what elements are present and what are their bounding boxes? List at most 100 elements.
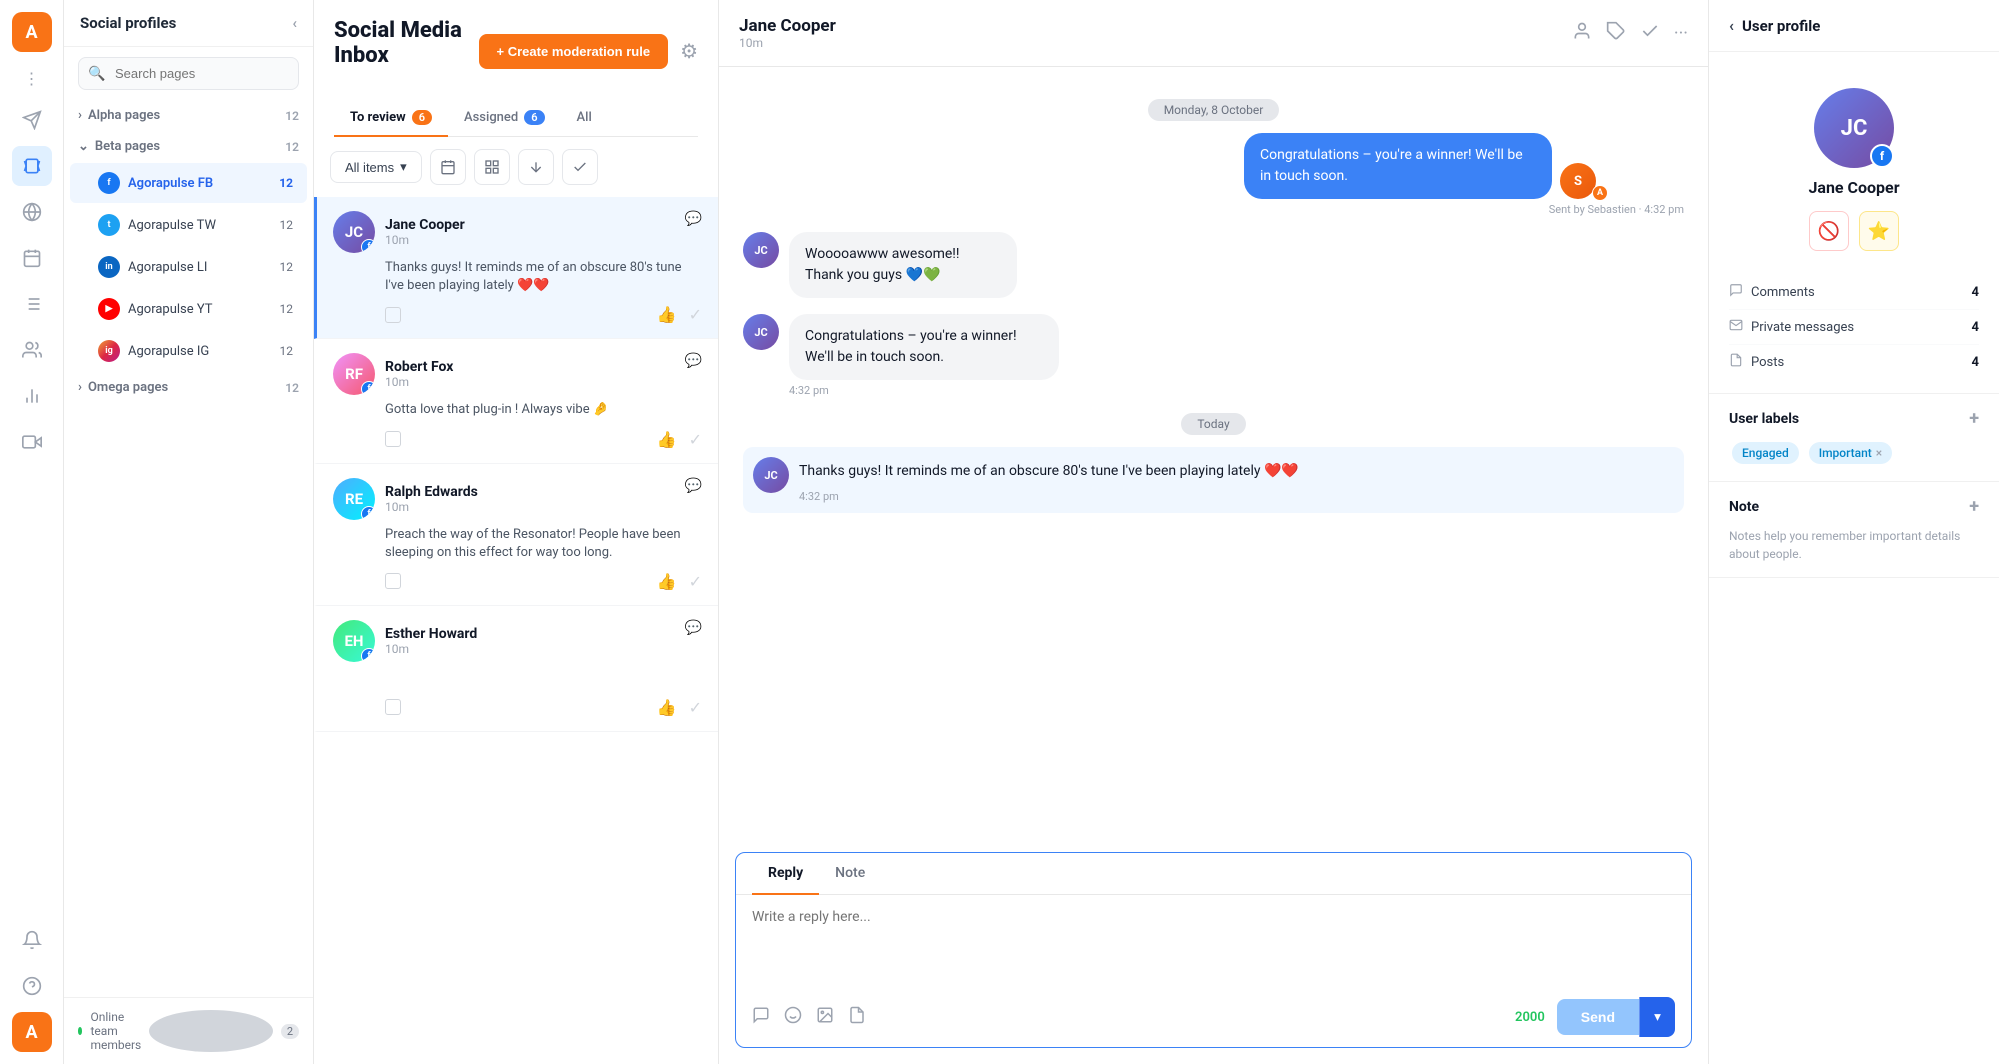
sidebar-item-tw[interactable]: t Agorapulse TW 12 xyxy=(70,205,307,245)
add-label-button[interactable]: + xyxy=(1969,408,1979,429)
nav-icon-globe[interactable] xyxy=(12,192,52,232)
tab-assigned[interactable]: Assigned 6 xyxy=(448,100,561,137)
inbox-card-ralph[interactable]: RE f Ralph Edwards 10m 💬 Preach the way … xyxy=(314,464,718,606)
tag-icon[interactable] xyxy=(1606,21,1626,46)
emoji-tool-icon[interactable] xyxy=(784,1006,802,1029)
tab-all[interactable]: All xyxy=(561,100,608,137)
user-profile-icon[interactable] xyxy=(1572,21,1592,46)
labels-container: Engaged Important × xyxy=(1729,439,1979,467)
inbox-tabs: To review 6 Assigned 6 All xyxy=(334,100,698,137)
nav-icon-video[interactable] xyxy=(12,422,52,462)
sidebar-item-ig[interactable]: ig Agorapulse IG 12 xyxy=(70,331,307,371)
jane-card-text: Thanks guys! It reminds me of an obscure… xyxy=(385,259,702,295)
chevron-right-icon-omega: › xyxy=(78,380,82,395)
esther-avatar: EH f xyxy=(333,620,375,662)
tab-to-review[interactable]: To review 6 xyxy=(334,100,448,137)
check-filter-btn[interactable] xyxy=(562,149,598,185)
sidebar-section-omega[interactable]: › Omega pages 12 xyxy=(64,372,313,403)
template-tool-icon[interactable] xyxy=(848,1006,866,1029)
robert-time: 10m xyxy=(385,375,453,389)
check-icon-esther[interactable]: ✓ xyxy=(689,698,702,717)
ralph-name: Ralph Edwards xyxy=(385,484,478,500)
like-icon-ralph[interactable]: 👍 xyxy=(657,572,677,591)
menu-dots-button[interactable]: ⋮ xyxy=(16,62,48,94)
search-input[interactable] xyxy=(78,57,299,90)
assign-icon[interactable] xyxy=(1640,21,1660,46)
profile-fb-badge: f xyxy=(1870,144,1894,168)
like-icon-jane[interactable]: 👍 xyxy=(657,305,677,324)
nav-icon-chart[interactable] xyxy=(12,376,52,416)
fb-social-badge: f xyxy=(361,239,375,253)
inbox-card-jane[interactable]: JC f Jane Cooper 10m 💬 Thanks guys! It r… xyxy=(314,197,718,339)
send-button[interactable]: Send xyxy=(1557,999,1639,1035)
sidebar-item-yt[interactable]: ▶ Agorapulse YT 12 xyxy=(70,289,307,329)
reply-tab-reply[interactable]: Reply xyxy=(752,853,819,895)
nav-icon-help[interactable] xyxy=(12,966,52,1006)
card-message-icon-ralph: 💬 xyxy=(685,478,702,494)
esther-card-text xyxy=(385,668,702,688)
nav-icon-bell[interactable] xyxy=(12,920,52,960)
ralph-checkbox[interactable] xyxy=(385,573,401,589)
like-icon-esther[interactable]: 👍 xyxy=(657,698,677,717)
logo-button[interactable]: A xyxy=(12,12,52,52)
message-received-today: JC Thanks guys! It reminds me of an obsc… xyxy=(743,447,1684,513)
nav-icon-list[interactable] xyxy=(12,284,52,324)
nav-icon-send[interactable] xyxy=(12,100,52,140)
bottom-logo: A xyxy=(12,1012,52,1052)
received-time-2: 4:32 pm xyxy=(789,384,1175,397)
conversation-panel: Jane Cooper 10m ··· Monday, 8 October xyxy=(719,0,1709,1064)
reply-input[interactable] xyxy=(752,909,1675,969)
check-icon-ralph[interactable]: ✓ xyxy=(689,572,702,591)
fb-social-badge-ralph: f xyxy=(361,506,375,520)
posts-icon xyxy=(1729,353,1743,371)
sort-filter-btn[interactable] xyxy=(518,149,554,185)
add-note-button[interactable]: + xyxy=(1969,496,1979,517)
sidebar-item-li[interactable]: in Agorapulse LI 12 xyxy=(70,247,307,287)
all-items-filter[interactable]: All items ▾ xyxy=(330,151,422,183)
sidebar-collapse-icon[interactable]: ‹ xyxy=(292,14,297,32)
dropdown-icon: ▾ xyxy=(400,159,407,175)
fb-social-badge-esther: f xyxy=(361,648,375,662)
review-badge: 6 xyxy=(412,110,432,125)
inbox-card-robert[interactable]: RF f Robert Fox 10m 💬 Gotta love that pl… xyxy=(314,339,718,463)
calendar-filter-btn[interactable] xyxy=(430,149,466,185)
back-arrow-icon[interactable]: ‹ xyxy=(1729,16,1734,35)
more-options-icon[interactable]: ··· xyxy=(1674,23,1688,44)
user-labels-section: User labels + Engaged Important × xyxy=(1709,394,1999,482)
nav-icon-users[interactable] xyxy=(12,330,52,370)
sidebar-section-beta[interactable]: ⌄ Beta pages 12 xyxy=(64,131,313,162)
image-tool-icon[interactable] xyxy=(816,1006,834,1029)
card-message-icon-esther: 💬 xyxy=(685,620,702,636)
reply-tabs: Reply Note xyxy=(736,853,1691,895)
profile-stats: Comments 4 Private messages 4 xyxy=(1709,275,1999,394)
jane-checkbox[interactable] xyxy=(385,307,401,323)
sidebar-search-wrap: 🔍 xyxy=(64,47,313,100)
send-dropdown-button[interactable]: ▾ xyxy=(1639,997,1675,1037)
check-icon-robert[interactable]: ✓ xyxy=(689,430,702,449)
inbox-items-list: JC f Jane Cooper 10m 💬 Thanks guys! It r… xyxy=(314,197,718,1064)
sidebar-item-fb[interactable]: f Agorapulse FB 12 xyxy=(70,163,307,203)
received-bubble-today: Thanks guys! It reminds me of an obscure… xyxy=(799,457,1412,486)
reply-box: Reply Note xyxy=(735,852,1692,1048)
grid-filter-btn[interactable] xyxy=(474,149,510,185)
like-icon-robert[interactable]: 👍 xyxy=(657,430,677,449)
message-tool-icon[interactable] xyxy=(752,1006,770,1029)
sent-orange-badge: A xyxy=(1592,185,1608,201)
check-icon-jane[interactable]: ✓ xyxy=(689,305,702,324)
block-user-button[interactable]: 🚫 xyxy=(1809,211,1849,251)
create-moderation-rule-button[interactable]: + Create moderation rule xyxy=(479,34,669,69)
settings-icon[interactable]: ⚙ xyxy=(680,39,698,63)
esther-checkbox[interactable] xyxy=(385,699,401,715)
star-user-button[interactable]: ⭐ xyxy=(1859,211,1899,251)
inbox-card-esther[interactable]: EH f Esther Howard 10m 💬 👍 xyxy=(314,606,718,732)
nav-icon-calendar[interactable] xyxy=(12,238,52,278)
date-label-monday: Monday, 8 October xyxy=(743,99,1684,121)
note-title: Note xyxy=(1729,499,1759,515)
nav-icon-inbox[interactable] xyxy=(12,146,52,186)
robert-checkbox[interactable] xyxy=(385,431,401,447)
reply-tab-note[interactable]: Note xyxy=(819,853,881,895)
labels-title: User labels xyxy=(1729,411,1799,427)
chevron-down-icon-beta: ⌄ xyxy=(78,139,89,154)
sidebar-section-alpha[interactable]: › Alpha pages 12 xyxy=(64,100,313,131)
remove-important-label[interactable]: × xyxy=(1876,446,1882,460)
